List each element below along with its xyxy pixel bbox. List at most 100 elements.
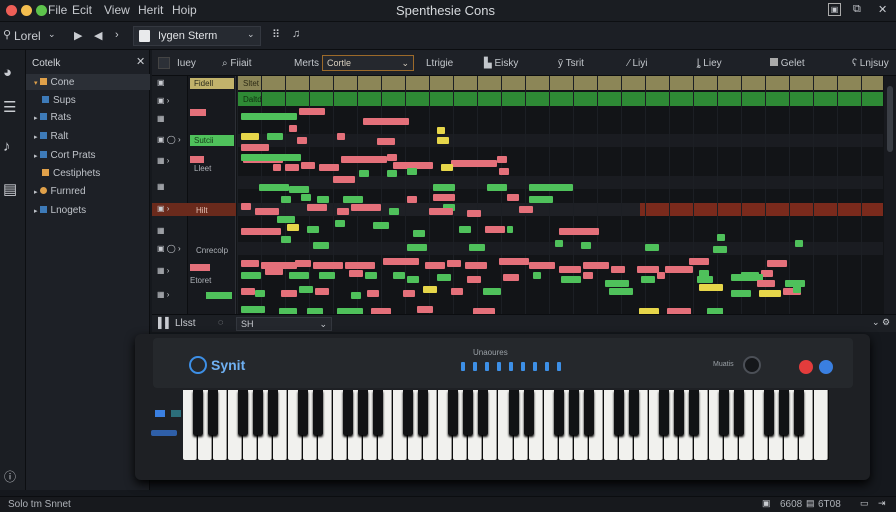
midi-note[interactable] — [559, 266, 581, 273]
midi-note[interactable] — [467, 210, 481, 217]
midi-note[interactable] — [241, 133, 259, 140]
black-key[interactable] — [628, 390, 639, 435]
midi-note[interactable] — [349, 270, 363, 277]
midi-note[interactable] — [315, 288, 329, 295]
midi-note[interactable] — [487, 184, 507, 191]
midi-note[interactable] — [665, 266, 693, 273]
midi-note[interactable] — [503, 274, 519, 281]
tab-misc[interactable]: ʕ Lnjsuy — [852, 58, 889, 69]
midi-note[interactable] — [373, 222, 389, 229]
black-key[interactable] — [553, 390, 564, 435]
midi-note[interactable] — [759, 290, 781, 297]
midi-note[interactable] — [717, 234, 725, 241]
black-key[interactable] — [463, 390, 474, 435]
midi-note[interactable] — [387, 170, 397, 177]
black-key[interactable] — [418, 390, 429, 435]
minimize-window-button[interactable] — [21, 5, 32, 16]
midi-note[interactable] — [609, 288, 633, 295]
music-note-icon[interactable]: ♪ — [3, 138, 11, 155]
midi-note[interactable] — [313, 262, 343, 269]
black-key[interactable] — [793, 390, 804, 435]
row-icon[interactable]: ▣ › — [157, 204, 169, 213]
preset-dropdown[interactable]: Iygen Sterm ⌄ — [133, 26, 261, 46]
midi-note[interactable] — [313, 242, 329, 249]
midi-note[interactable] — [437, 274, 451, 281]
midi-note[interactable] — [467, 276, 481, 283]
instrument-icon[interactable]: ◕ — [3, 64, 12, 81]
midi-note[interactable] — [281, 290, 297, 297]
midi-note[interactable] — [337, 208, 349, 215]
menu-file[interactable]: File — [48, 3, 67, 17]
midi-note[interactable] — [265, 268, 283, 275]
mode-button[interactable] — [819, 360, 833, 374]
midi-note[interactable] — [365, 272, 377, 279]
midi-note[interactable] — [529, 262, 555, 269]
tab-marks[interactable]: Merts — [294, 58, 319, 69]
close-icon[interactable]: ✕ — [878, 3, 887, 16]
black-key[interactable] — [238, 390, 249, 435]
black-key[interactable] — [778, 390, 789, 435]
midi-note[interactable] — [241, 288, 255, 295]
midi-note[interactable] — [437, 127, 445, 134]
midi-note[interactable] — [297, 137, 307, 144]
black-key[interactable] — [343, 390, 354, 435]
midi-note[interactable] — [359, 170, 369, 177]
row-icon[interactable]: ▣ › — [157, 96, 169, 105]
midi-note[interactable] — [367, 290, 379, 297]
music-note-icon[interactable]: ♫ — [292, 28, 300, 40]
row-icon[interactable]: ▣ ◯ › — [157, 135, 181, 144]
midi-note[interactable] — [277, 216, 295, 223]
midi-note[interactable] — [611, 266, 625, 273]
tab-tool[interactable]: ▙ Eisky — [484, 58, 518, 69]
black-key[interactable] — [718, 390, 729, 435]
midi-note[interactable] — [407, 276, 419, 283]
midi-note[interactable] — [429, 208, 453, 215]
row-icon[interactable]: ▦ › — [157, 290, 169, 299]
midi-note[interactable] — [561, 276, 581, 283]
black-key[interactable] — [448, 390, 459, 435]
black-key[interactable] — [358, 390, 369, 435]
black-key[interactable] — [568, 390, 579, 435]
clip-region[interactable] — [640, 203, 883, 216]
footer-select[interactable]: SH ⌄ — [236, 317, 332, 331]
midi-note[interactable] — [241, 154, 301, 161]
save-icon[interactable]: ▤ — [3, 180, 17, 198]
midi-note[interactable] — [451, 160, 497, 167]
menu-view[interactable]: View — [104, 3, 130, 17]
tab-tilt[interactable]: ȳ Tsrit — [558, 58, 584, 69]
status-icon[interactable]: ▣ — [762, 498, 771, 509]
midi-note[interactable] — [689, 258, 709, 265]
midi-note[interactable] — [289, 272, 309, 279]
list-item[interactable]: ▸ Rats — [34, 112, 71, 123]
midi-note[interactable] — [583, 272, 593, 279]
midi-note[interactable] — [255, 290, 265, 297]
midi-note[interactable] — [459, 226, 471, 233]
midi-note[interactable] — [795, 240, 803, 247]
tab-live[interactable]: ⁄ Liyi — [628, 58, 647, 69]
midi-note[interactable] — [317, 196, 329, 203]
list-icon[interactable]: ☰ — [3, 98, 16, 116]
midi-note[interactable] — [281, 236, 291, 243]
midi-note[interactable] — [757, 280, 775, 287]
black-key[interactable] — [583, 390, 594, 435]
midi-note[interactable] — [485, 226, 505, 233]
midi-note[interactable] — [299, 286, 313, 293]
midi-note[interactable] — [345, 262, 375, 269]
select-all-checkbox[interactable] — [158, 57, 170, 69]
row-icon[interactable]: ▣ ◯ › — [157, 244, 181, 253]
zoom-icon[interactable]: ⌄ ⚙ — [872, 317, 890, 328]
row-icon[interactable]: ▦ — [157, 182, 165, 191]
midi-note[interactable] — [529, 184, 573, 191]
midi-note[interactable] — [451, 288, 463, 295]
midi-note[interactable] — [425, 262, 445, 269]
midi-note[interactable] — [483, 288, 501, 295]
midi-note[interactable] — [241, 228, 281, 235]
black-key[interactable] — [373, 390, 384, 435]
black-key[interactable] — [193, 390, 204, 435]
black-key[interactable] — [313, 390, 324, 435]
midi-note[interactable] — [287, 224, 299, 231]
midi-note[interactable] — [343, 196, 363, 203]
midi-note[interactable] — [507, 226, 513, 233]
status-icon[interactable]: ▭ — [860, 498, 869, 509]
midi-note[interactable] — [637, 266, 659, 273]
